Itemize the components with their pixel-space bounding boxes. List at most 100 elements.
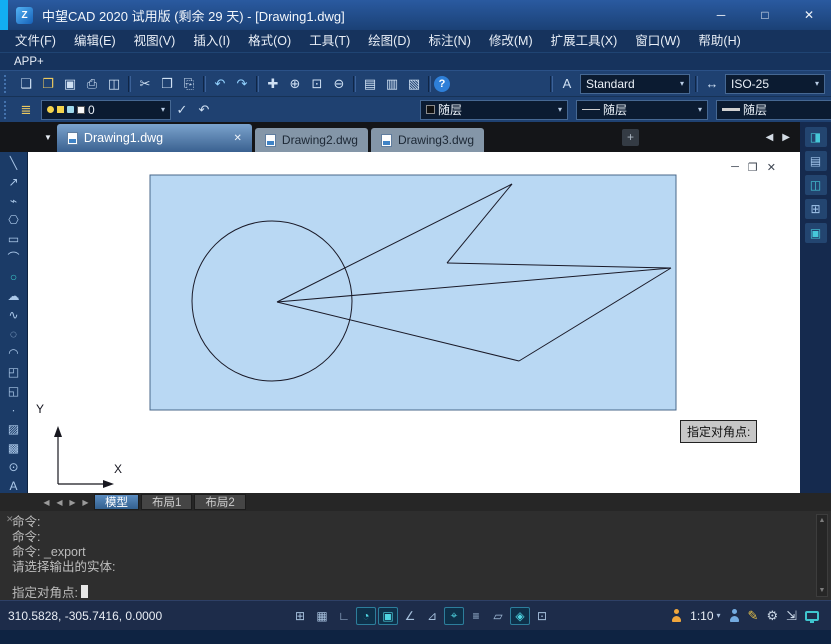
otrack-icon[interactable]: ∠ — [400, 607, 420, 625]
menu-item[interactable]: 视图(V) — [125, 30, 185, 52]
undo-icon[interactable]: ↶ — [209, 74, 231, 94]
new-file-icon[interactable]: ❏ — [15, 74, 37, 94]
tab-scroll-left-icon[interactable]: ◀ — [766, 132, 774, 143]
ellipse-icon[interactable]: ◌ — [1, 324, 27, 343]
menu-item[interactable]: 格式(O) — [239, 30, 300, 52]
zoom-window-icon[interactable]: ⊡ — [306, 74, 328, 94]
layers-panel-icon[interactable]: ▤ — [805, 151, 827, 171]
help-icon[interactable]: ? — [434, 76, 450, 92]
layer-combo[interactable]: 0 ▾ — [41, 100, 171, 120]
plot-preview-icon[interactable]: ◫ — [103, 74, 125, 94]
region-icon[interactable]: ⊙ — [1, 457, 27, 476]
gradient-icon[interactable]: ▩ — [1, 438, 27, 457]
polar-tracking-icon[interactable]: ◔ — [356, 607, 376, 625]
annotation-user-icon[interactable] — [671, 609, 682, 622]
zoom-previous-icon[interactable]: ⊖ — [328, 74, 350, 94]
design-center-icon[interactable]: ▥ — [381, 74, 403, 94]
tab-close-icon[interactable]: ✕ — [234, 133, 242, 144]
insert-block-icon[interactable]: ◰ — [1, 362, 27, 381]
annotation-autoscale-icon[interactable]: ✎ — [748, 608, 759, 624]
line-icon[interactable]: ╲ — [1, 153, 27, 172]
copy-icon[interactable]: ❒ — [156, 74, 178, 94]
snap-icon[interactable]: ∟ — [334, 607, 354, 625]
menu-item[interactable]: 帮助(H) — [689, 30, 749, 52]
lineweight-display-icon[interactable]: ≡ — [466, 607, 486, 625]
annotation-visibility-icon[interactable] — [729, 609, 740, 622]
arc-icon[interactable]: ⌒ — [1, 248, 27, 267]
paste-icon[interactable]: ⎘ — [178, 74, 200, 94]
revision-cloud-icon[interactable]: ☁ — [1, 286, 27, 305]
ellipse-arc-icon[interactable]: ◠ — [1, 343, 27, 362]
tab-list-dropdown-icon[interactable]: ▼ — [44, 133, 52, 142]
hatch-icon[interactable]: ▨ — [1, 419, 27, 438]
linetype-combo[interactable]: 随层 ▾ — [576, 100, 708, 120]
new-tab-button[interactable]: + — [622, 129, 639, 146]
document-tab[interactable]: Drawing3.dwg ✕ — [371, 128, 484, 152]
tab-next-button[interactable]: ▶ — [66, 498, 79, 507]
scroll-up-icon[interactable]: ▲ — [819, 517, 826, 524]
command-input[interactable]: 指定对角点: — [0, 582, 831, 601]
drawing-area[interactable]: ─ ❐ ✕ 指定对角点: Y X — [28, 152, 800, 493]
properties-panel-icon[interactable]: ◨ — [805, 127, 827, 147]
menu-item[interactable]: 扩展工具(X) — [542, 30, 627, 52]
redo-icon[interactable]: ↷ — [231, 74, 253, 94]
command-close-icon[interactable]: ✕ — [6, 514, 14, 525]
construction-line-icon[interactable]: ↗ — [1, 172, 27, 191]
menu-item[interactable]: 编辑(E) — [65, 30, 125, 52]
rectangle-icon[interactable]: ▭ — [1, 229, 27, 248]
dim-style-combo[interactable]: ISO-25 ▾ — [725, 74, 825, 94]
lineweight-combo[interactable]: 随层 ▾ — [716, 100, 831, 120]
save-file-icon[interactable]: ▣ — [59, 74, 81, 94]
layer-properties-icon[interactable]: ≣ — [15, 100, 37, 120]
polygon-icon[interactable]: ⎔ — [1, 210, 27, 229]
layer-previous-icon[interactable]: ↶ — [193, 100, 215, 120]
menu-item[interactable]: 插入(I) — [184, 30, 239, 52]
annotation-scale-select[interactable]: 1:10 ▾ — [690, 609, 720, 623]
plot-icon[interactable]: ⎙ — [81, 74, 103, 94]
dynamic-input-icon[interactable]: ⌖ — [444, 607, 464, 625]
ducs-icon[interactable]: ⊿ — [422, 607, 442, 625]
make-block-icon[interactable]: ◱ — [1, 381, 27, 400]
sheet-set-panel-icon[interactable]: ⊞ — [805, 199, 827, 219]
menu-item[interactable]: 文件(F) — [6, 30, 65, 52]
tool-palettes-icon[interactable]: ▧ — [403, 74, 425, 94]
transparency-icon[interactable]: ▱ — [488, 607, 508, 625]
minimize-button[interactable]: ─ — [699, 0, 743, 30]
menu-item[interactable]: 修改(M) — [480, 30, 542, 52]
properties-palette-icon[interactable]: ▤ — [359, 74, 381, 94]
point-icon[interactable]: ∙ — [1, 400, 27, 419]
dim-style-icon[interactable]: ↔ — [701, 74, 723, 94]
tab-prev-button[interactable]: ◀ — [53, 498, 66, 507]
close-button[interactable]: ✕ — [787, 0, 831, 30]
grid-icon[interactable]: ▦ — [312, 607, 332, 625]
spline-icon[interactable]: ∿ — [1, 305, 27, 324]
open-file-icon[interactable]: ❐ — [37, 74, 59, 94]
tab-scroll-right-icon[interactable]: ▶ — [782, 132, 790, 143]
layout-tab[interactable]: 模型 — [94, 494, 139, 510]
make-layer-current-icon[interactable]: ✓ — [171, 100, 193, 120]
clean-screen-icon[interactable] — [805, 611, 819, 621]
menu-item[interactable]: 绘图(D) — [359, 30, 419, 52]
settings-gear-icon[interactable]: ⚙ — [766, 608, 778, 624]
scroll-down-icon[interactable]: ▼ — [819, 587, 826, 594]
mdi-close-button[interactable]: ✕ — [767, 161, 776, 174]
tool-palettes-panel-icon[interactable]: ◫ — [805, 175, 827, 195]
command-scrollbar[interactable]: ▲ ▼ — [816, 514, 828, 597]
maximize-button[interactable]: □ — [743, 0, 787, 30]
mdi-restore-button[interactable]: ❐ — [748, 161, 758, 174]
fullscreen-icon[interactable]: ⇲ — [786, 608, 797, 624]
menu-item[interactable]: 窗口(W) — [626, 30, 689, 52]
tab-last-button[interactable]: ▶ — [79, 498, 92, 507]
cut-icon[interactable]: ✂ — [134, 74, 156, 94]
layout-tab[interactable]: 布局1 — [141, 494, 192, 510]
model-paper-toggle-icon[interactable]: ⊞ — [290, 607, 310, 625]
menu-item[interactable]: 工具(T) — [300, 30, 359, 52]
object-snap-icon[interactable]: ▣ — [378, 607, 398, 625]
selection-cycling-icon[interactable]: ◈ — [510, 607, 530, 625]
text-style-combo[interactable]: Standard ▾ — [580, 74, 690, 94]
tab-first-button[interactable]: ◀ — [40, 498, 53, 507]
layout-tab[interactable]: 布局2 — [194, 494, 245, 510]
annotation-monitor-icon[interactable]: ⊡ — [532, 607, 552, 625]
text-style-icon[interactable]: A — [556, 74, 578, 94]
reference-panel-icon[interactable]: ▣ — [805, 223, 827, 243]
